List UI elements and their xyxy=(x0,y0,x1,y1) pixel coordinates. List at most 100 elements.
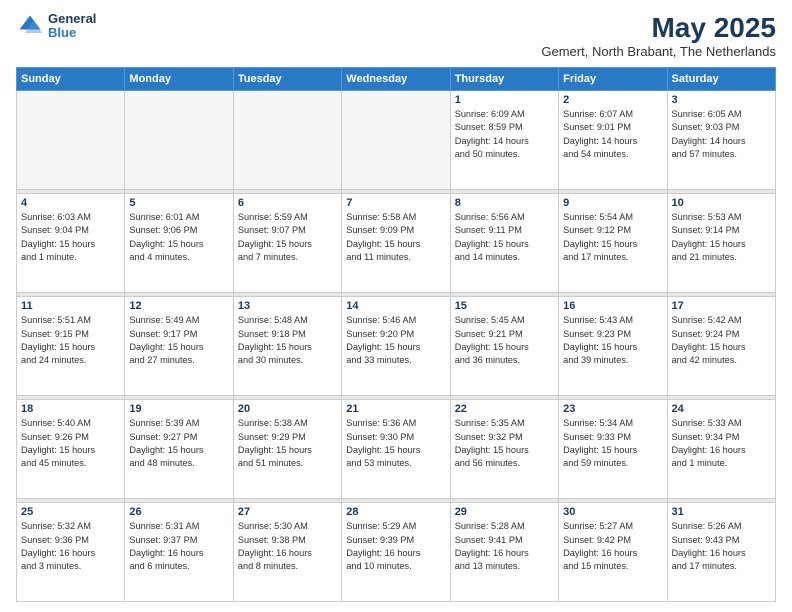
logo-blue-text: Blue xyxy=(48,26,96,40)
logo-icon xyxy=(16,12,44,40)
day-cell: 1 Sunrise: 6:09 AM Sunset: 8:59 PM Daylig… xyxy=(450,91,558,190)
day-cell: 17Sunrise: 5:42 AM Sunset: 9:24 PM Dayli… xyxy=(667,297,775,396)
day-info: Sunrise: 5:46 AM Sunset: 9:20 PM Dayligh… xyxy=(346,314,445,367)
day-number: 20 xyxy=(238,403,337,415)
day-info: Sunrise: 5:38 AM Sunset: 9:29 PM Dayligh… xyxy=(238,417,337,470)
day-number: 7 xyxy=(346,197,445,209)
day-info: Sunrise: 5:31 AM Sunset: 9:37 PM Dayligh… xyxy=(129,520,228,573)
day-number: 29 xyxy=(455,506,554,518)
title-block: May 2025 Gemert, North Brabant, The Neth… xyxy=(541,12,776,59)
day-number: 19 xyxy=(129,403,228,415)
day-number: 25 xyxy=(21,506,120,518)
day-cell: 29 Sunrise: 5:28 AM Sunset: 9:41 PM Dayli… xyxy=(450,503,558,602)
day-cell: 2Sunrise: 6:07 AM Sunset: 9:01 PM Daylig… xyxy=(559,91,667,190)
day-cell xyxy=(125,91,233,190)
day-info: Sunrise: 6:01 AM Sunset: 9:06 PM Dayligh… xyxy=(129,211,228,264)
day-info: Sunrise: 6:09 AM Sunset: 8:59 PM Dayligh… xyxy=(455,108,554,161)
day-info: Sunrise: 5:43 AM Sunset: 9:23 PM Dayligh… xyxy=(563,314,662,367)
day-number: 9 xyxy=(563,197,662,209)
day-cell: 10 Sunrise: 5:53 AM Sunset: 9:14 PM Dayli… xyxy=(667,194,775,293)
week-row-5: 25 Sunrise: 5:32 AM Sunset: 9:36 PM Dayli… xyxy=(17,503,776,602)
day-number: 10 xyxy=(672,197,771,209)
day-info: Sunrise: 5:27 AM Sunset: 9:42 PM Dayligh… xyxy=(563,520,662,573)
weekday-header-thursday: Thursday xyxy=(450,68,558,91)
location: Gemert, North Brabant, The Netherlands xyxy=(541,44,776,59)
day-cell: 5 Sunrise: 6:01 AM Sunset: 9:06 PM Daylig… xyxy=(125,194,233,293)
week-row-1: 1 Sunrise: 6:09 AM Sunset: 8:59 PM Daylig… xyxy=(17,91,776,190)
day-cell: 13Sunrise: 5:48 AM Sunset: 9:18 PM Dayli… xyxy=(233,297,341,396)
day-info: Sunrise: 5:40 AM Sunset: 9:26 PM Dayligh… xyxy=(21,417,120,470)
day-info: Sunrise: 5:53 AM Sunset: 9:14 PM Dayligh… xyxy=(672,211,771,264)
day-info: Sunrise: 5:48 AM Sunset: 9:18 PM Dayligh… xyxy=(238,314,337,367)
day-number: 27 xyxy=(238,506,337,518)
day-cell: 25 Sunrise: 5:32 AM Sunset: 9:36 PM Dayli… xyxy=(17,503,125,602)
day-number: 26 xyxy=(129,506,228,518)
weekday-header-wednesday: Wednesday xyxy=(342,68,450,91)
day-info: Sunrise: 5:49 AM Sunset: 9:17 PM Dayligh… xyxy=(129,314,228,367)
day-info: Sunrise: 5:30 AM Sunset: 9:38 PM Dayligh… xyxy=(238,520,337,573)
day-cell xyxy=(17,91,125,190)
day-number: 31 xyxy=(672,506,771,518)
day-number: 24 xyxy=(672,403,771,415)
weekday-header-row: SundayMondayTuesdayWednesdayThursdayFrid… xyxy=(17,68,776,91)
logo-text: General Blue xyxy=(48,12,96,41)
day-cell: 14 Sunrise: 5:46 AM Sunset: 9:20 PM Dayli… xyxy=(342,297,450,396)
day-info: Sunrise: 5:35 AM Sunset: 9:32 PM Dayligh… xyxy=(455,417,554,470)
day-info: Sunrise: 5:54 AM Sunset: 9:12 PM Dayligh… xyxy=(563,211,662,264)
day-number: 23 xyxy=(563,403,662,415)
day-number: 16 xyxy=(563,300,662,312)
day-number: 4 xyxy=(21,197,120,209)
day-number: 8 xyxy=(455,197,554,209)
day-info: Sunrise: 5:39 AM Sunset: 9:27 PM Dayligh… xyxy=(129,417,228,470)
day-cell: 3 Sunrise: 6:05 AM Sunset: 9:03 PM Daylig… xyxy=(667,91,775,190)
week-row-2: 4 Sunrise: 6:03 AM Sunset: 9:04 PM Daylig… xyxy=(17,194,776,293)
day-cell: 31 Sunrise: 5:26 AM Sunset: 9:43 PM Dayli… xyxy=(667,503,775,602)
day-number: 1 xyxy=(455,94,554,106)
day-cell: 16 Sunrise: 5:43 AM Sunset: 9:23 PM Dayli… xyxy=(559,297,667,396)
day-cell: 9 Sunrise: 5:54 AM Sunset: 9:12 PM Daylig… xyxy=(559,194,667,293)
day-info: Sunrise: 5:28 AM Sunset: 9:41 PM Dayligh… xyxy=(455,520,554,573)
day-number: 17 xyxy=(672,300,771,312)
month-title: May 2025 xyxy=(541,12,776,44)
day-cell: 4 Sunrise: 6:03 AM Sunset: 9:04 PM Daylig… xyxy=(17,194,125,293)
day-info: Sunrise: 5:45 AM Sunset: 9:21 PM Dayligh… xyxy=(455,314,554,367)
day-cell: 6 Sunrise: 5:59 AM Sunset: 9:07 PM Daylig… xyxy=(233,194,341,293)
day-number: 11 xyxy=(21,300,120,312)
day-cell xyxy=(233,91,341,190)
logo: General Blue xyxy=(16,12,96,41)
weekday-header-tuesday: Tuesday xyxy=(233,68,341,91)
day-cell: 19 Sunrise: 5:39 AM Sunset: 9:27 PM Dayli… xyxy=(125,400,233,499)
day-cell: 12 Sunrise: 5:49 AM Sunset: 9:17 PM Dayli… xyxy=(125,297,233,396)
day-cell: 30 Sunrise: 5:27 AM Sunset: 9:42 PM Dayli… xyxy=(559,503,667,602)
day-cell: 24 Sunrise: 5:33 AM Sunset: 9:34 PM Dayli… xyxy=(667,400,775,499)
day-info: Sunrise: 6:03 AM Sunset: 9:04 PM Dayligh… xyxy=(21,211,120,264)
day-number: 30 xyxy=(563,506,662,518)
day-info: Sunrise: 6:07 AM Sunset: 9:01 PM Dayligh… xyxy=(563,108,662,161)
day-cell: 27 Sunrise: 5:30 AM Sunset: 9:38 PM Dayli… xyxy=(233,503,341,602)
day-cell: 26 Sunrise: 5:31 AM Sunset: 9:37 PM Dayli… xyxy=(125,503,233,602)
day-cell: 7Sunrise: 5:58 AM Sunset: 9:09 PM Daylig… xyxy=(342,194,450,293)
day-number: 5 xyxy=(129,197,228,209)
day-info: Sunrise: 5:34 AM Sunset: 9:33 PM Dayligh… xyxy=(563,417,662,470)
day-number: 3 xyxy=(672,94,771,106)
day-info: Sunrise: 5:51 AM Sunset: 9:15 PM Dayligh… xyxy=(21,314,120,367)
day-info: Sunrise: 5:33 AM Sunset: 9:34 PM Dayligh… xyxy=(672,417,771,470)
day-number: 6 xyxy=(238,197,337,209)
day-info: Sunrise: 5:59 AM Sunset: 9:07 PM Dayligh… xyxy=(238,211,337,264)
day-info: Sunrise: 6:05 AM Sunset: 9:03 PM Dayligh… xyxy=(672,108,771,161)
day-cell: 8 Sunrise: 5:56 AM Sunset: 9:11 PM Daylig… xyxy=(450,194,558,293)
logo-general-text: General xyxy=(48,12,96,26)
day-info: Sunrise: 5:56 AM Sunset: 9:11 PM Dayligh… xyxy=(455,211,554,264)
weekday-header-friday: Friday xyxy=(559,68,667,91)
day-number: 15 xyxy=(455,300,554,312)
day-info: Sunrise: 5:26 AM Sunset: 9:43 PM Dayligh… xyxy=(672,520,771,573)
day-number: 14 xyxy=(346,300,445,312)
day-info: Sunrise: 5:32 AM Sunset: 9:36 PM Dayligh… xyxy=(21,520,120,573)
day-info: Sunrise: 5:29 AM Sunset: 9:39 PM Dayligh… xyxy=(346,520,445,573)
week-row-4: 18 Sunrise: 5:40 AM Sunset: 9:26 PM Dayli… xyxy=(17,400,776,499)
day-number: 12 xyxy=(129,300,228,312)
day-number: 18 xyxy=(21,403,120,415)
day-cell: 18 Sunrise: 5:40 AM Sunset: 9:26 PM Dayli… xyxy=(17,400,125,499)
weekday-header-saturday: Saturday xyxy=(667,68,775,91)
day-number: 28 xyxy=(346,506,445,518)
